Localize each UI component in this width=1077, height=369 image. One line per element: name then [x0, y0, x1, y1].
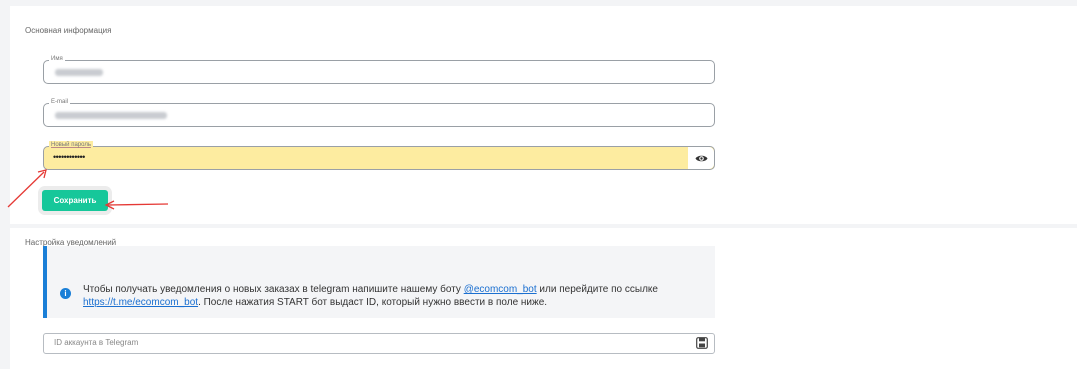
- info-icon: i: [60, 288, 71, 299]
- new-password-field-label: Новый пароль: [49, 141, 93, 149]
- email-field[interactable]: E-mail: [43, 98, 715, 127]
- name-field-label: Имя: [49, 55, 65, 63]
- notice-text-part-1: Чтобы получать уведомления о новых заказ…: [83, 284, 464, 295]
- save-button[interactable]: Сохранить: [42, 190, 108, 211]
- notice-text-part-2: или перейдите по ссылке: [536, 284, 658, 295]
- email-value-blurred: [55, 112, 167, 119]
- section-title-main-info: Основная информация: [25, 26, 112, 35]
- name-value-blurred: [55, 69, 103, 76]
- name-field[interactable]: Имя: [43, 55, 715, 84]
- new-password-field[interactable]: Новый пароль ••••••••••••: [43, 141, 715, 170]
- bot-link[interactable]: @ecomcom_bot: [464, 284, 537, 295]
- telegram-notice: i Чтобы получать уведомления о новых зак…: [43, 246, 715, 318]
- telegram-url-link[interactable]: https://t.me/ecomcom_bot: [83, 297, 198, 308]
- show-password-toggle[interactable]: [688, 147, 714, 169]
- telegram-notice-text: Чтобы получать уведомления о новых заказ…: [83, 283, 713, 309]
- telegram-id-field[interactable]: [43, 333, 715, 354]
- eye-icon: [695, 155, 707, 161]
- password-mask: ••••••••••••: [53, 152, 85, 162]
- telegram-id-input[interactable]: [52, 337, 676, 348]
- notice-text-part-3: . После нажатия START бот выдаст ID, кот…: [198, 297, 548, 308]
- email-field-label: E-mail: [49, 98, 71, 106]
- floppy-disk-icon[interactable]: [696, 337, 708, 349]
